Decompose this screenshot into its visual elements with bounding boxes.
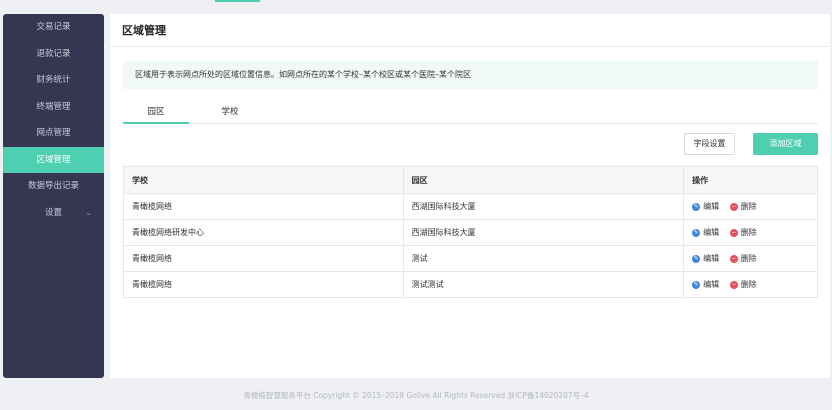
edit-button[interactable]: ✎ 编辑	[692, 201, 719, 212]
tab-bar: 园区 学校	[123, 104, 818, 124]
delete-icon: −	[729, 254, 738, 263]
page-title: 区域管理	[110, 14, 830, 47]
top-nav-indicator	[215, 0, 260, 2]
sidebar-item-transactions[interactable]: 交易记录	[3, 14, 104, 41]
table-row: 青橄榄网络 西湖国际科技大厦 ✎ 编辑 − 删除	[123, 193, 818, 220]
delete-icon: −	[729, 280, 738, 289]
main-panel: 区域管理 区域用于表示网点所处的区域位置信息。如网点所在的某个学校–某个校区或某…	[110, 14, 830, 378]
sidebar-item-regions[interactable]: 区域管理	[3, 146, 104, 173]
column-header-school: 学校	[123, 166, 404, 194]
edit-label: 编辑	[703, 254, 720, 264]
cell-school: 青橄榄网络	[123, 271, 404, 298]
edit-label: 编辑	[703, 280, 720, 290]
sidebar-item-terminals[interactable]: 终端管理	[3, 94, 104, 121]
delete-label: 删除	[740, 254, 757, 264]
cell-actions: ✎ 编辑 − 删除	[683, 271, 818, 298]
sidebar-item-settings-label: 设置	[44, 207, 62, 218]
delete-button[interactable]: − 删除	[729, 253, 757, 264]
cell-park: 测试	[402, 245, 685, 272]
cell-park: 西湖国际科技大厦	[402, 219, 685, 246]
edit-icon: ✎	[692, 228, 701, 237]
sidebar: 交易记录 退款记录 财务统计 终端管理 网点管理 区域管理 数据导出记录 设置 …	[3, 14, 104, 378]
delete-button[interactable]: − 删除	[729, 227, 757, 238]
delete-button[interactable]: − 删除	[729, 201, 757, 212]
cell-park: 测试测试	[402, 271, 685, 298]
sidebar-item-data-export[interactable]: 数据导出记录	[3, 173, 104, 200]
edit-button[interactable]: ✎ 编辑	[692, 279, 719, 290]
info-notice: 区域用于表示网点所处的区域位置信息。如网点所在的某个学校–某个校区或某个医院–某…	[123, 61, 818, 89]
cell-actions: ✎ 编辑 − 删除	[683, 219, 818, 246]
sidebar-item-finance[interactable]: 财务统计	[3, 67, 104, 94]
table-header-row: 学校 园区 操作	[123, 166, 818, 194]
delete-label: 删除	[740, 280, 757, 290]
edit-icon: ✎	[692, 202, 701, 211]
edit-button[interactable]: ✎ 编辑	[692, 253, 719, 264]
column-header-park: 园区	[402, 166, 685, 194]
cell-actions: ✎ 编辑 − 删除	[683, 245, 818, 272]
sidebar-item-outlets[interactable]: 网点管理	[3, 120, 104, 147]
region-table: 学校 园区 操作 青橄榄网络 西湖国际科技大厦 ✎ 编辑 − 删除 青橄榄网络研发中…	[123, 166, 818, 298]
delete-label: 删除	[740, 202, 757, 212]
delete-button[interactable]: − 删除	[729, 279, 757, 290]
chevron-down-icon: ⌄	[85, 207, 92, 217]
delete-label: 删除	[740, 228, 757, 238]
edit-icon: ✎	[692, 280, 701, 289]
tab-school[interactable]: 学校	[197, 104, 263, 124]
sidebar-item-settings[interactable]: 设置 ⌄	[3, 200, 104, 227]
tab-park[interactable]: 园区	[123, 104, 189, 124]
edit-label: 编辑	[703, 228, 720, 238]
edit-button[interactable]: ✎ 编辑	[692, 227, 719, 238]
cell-school: 青橄榄网络	[123, 245, 404, 272]
cell-park: 西湖国际科技大厦	[402, 193, 685, 220]
cell-actions: ✎ 编辑 − 删除	[683, 193, 818, 220]
table-row: 青橄榄网络研发中心 西湖国际科技大厦 ✎ 编辑 − 删除	[123, 219, 818, 246]
table-row: 青橄榄网络 测试 ✎ 编辑 − 删除	[123, 245, 818, 272]
footer-copyright: 青橄榄智慧服务平台 Copyright © 2015–2019 Golive A…	[243, 391, 589, 400]
add-region-button[interactable]: 添加区域	[753, 133, 818, 155]
field-settings-button[interactable]: 字段设置	[684, 133, 735, 155]
cell-school: 青橄榄网络	[123, 193, 404, 220]
delete-icon: −	[729, 228, 738, 237]
sidebar-item-refunds[interactable]: 退款记录	[3, 41, 104, 68]
edit-label: 编辑	[703, 202, 720, 212]
delete-icon: −	[729, 202, 738, 211]
cell-school: 青橄榄网络研发中心	[123, 219, 404, 246]
column-header-actions: 操作	[683, 166, 818, 194]
table-row: 青橄榄网络 测试测试 ✎ 编辑 − 删除	[123, 271, 818, 298]
edit-icon: ✎	[692, 254, 701, 263]
